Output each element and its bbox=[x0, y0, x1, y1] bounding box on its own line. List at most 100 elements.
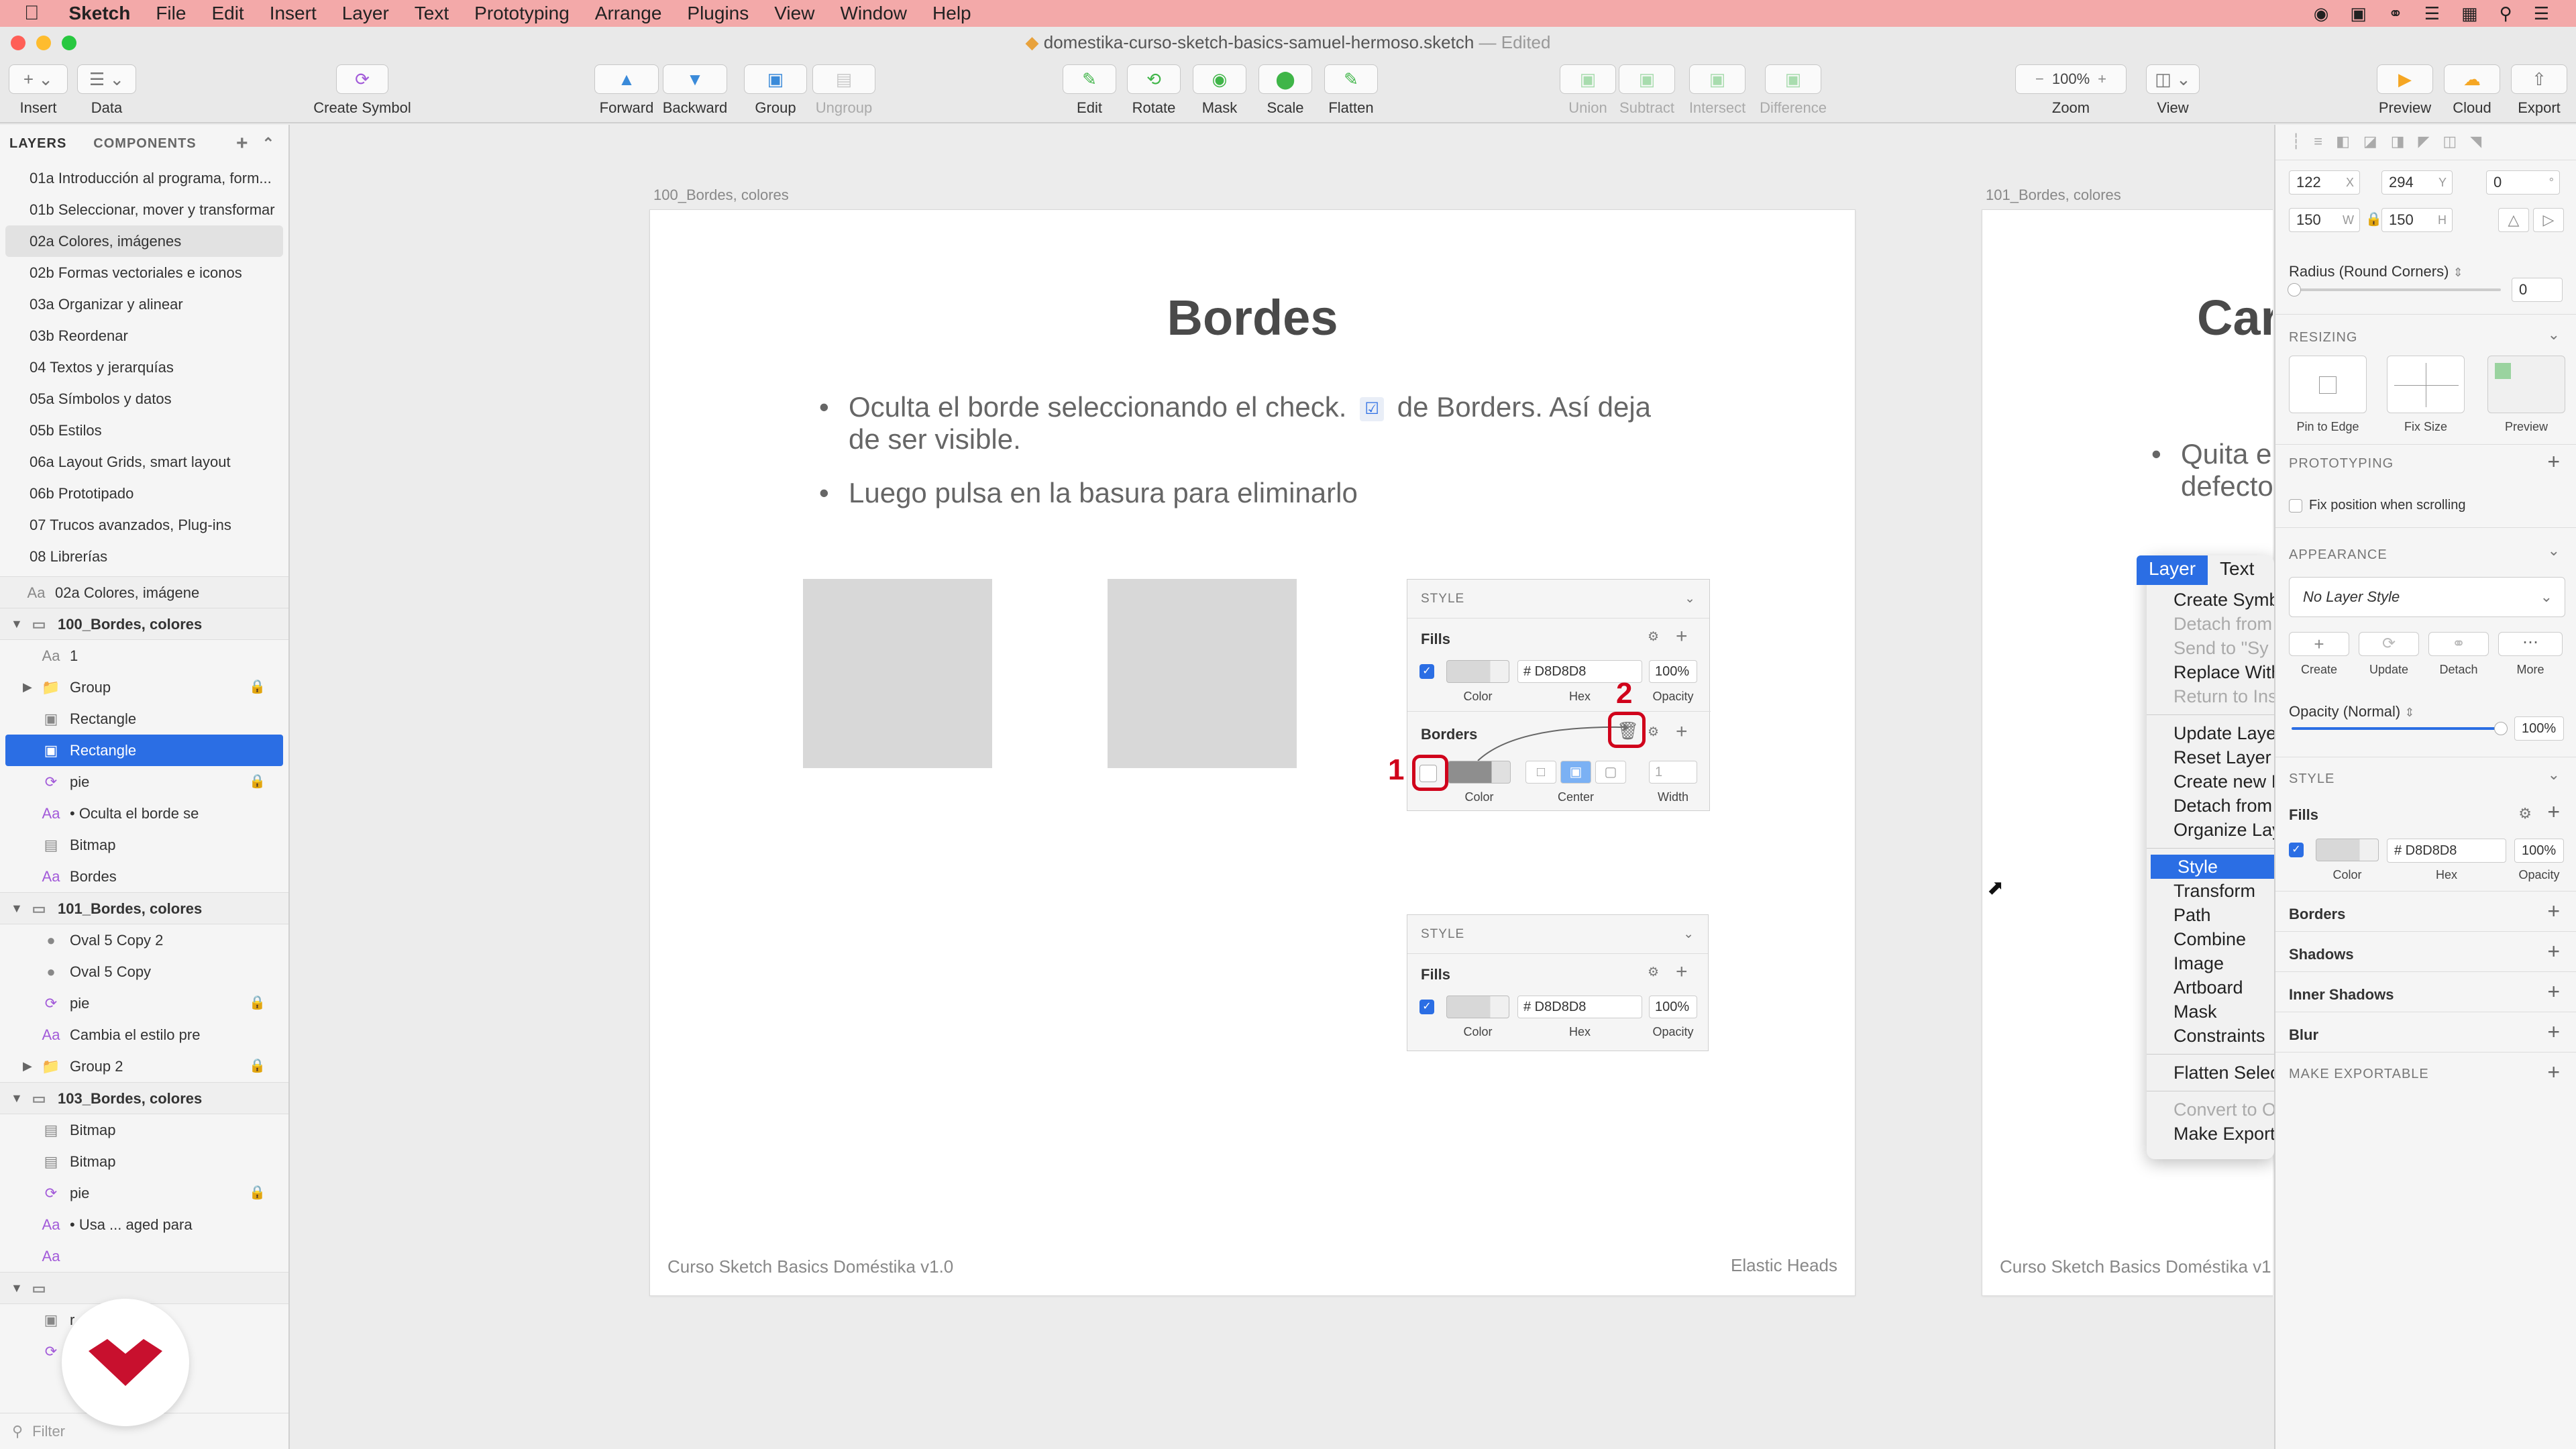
chevron-updown-icon[interactable]: ⇕ bbox=[2453, 266, 2463, 279]
page-item[interactable]: 05a Símbolos y datos bbox=[0, 383, 288, 415]
menu-view[interactable]: View bbox=[774, 3, 814, 24]
page-item[interactable]: 06b Prototipado bbox=[0, 478, 288, 509]
page-item[interactable]: 02b Formas vectoriales e iconos bbox=[0, 257, 288, 288]
menu-help[interactable]: Help bbox=[932, 3, 971, 24]
page-item[interactable]: 06a Layout Grids, smart layout bbox=[0, 446, 288, 478]
menu-edit[interactable]: Edit bbox=[211, 3, 244, 24]
radius-slider-knob[interactable] bbox=[2288, 283, 2301, 297]
preview-button[interactable]: ▶ Preview bbox=[2375, 64, 2435, 117]
height-field[interactable]: 150 H bbox=[2381, 208, 2453, 232]
lock-icon[interactable]: 🔒 bbox=[249, 766, 266, 798]
add-fill-icon[interactable]: + bbox=[2547, 800, 2560, 824]
collapse-pages-icon[interactable]: ⌃ bbox=[262, 135, 275, 152]
rotate-button[interactable]: ⟲ Rotate bbox=[1126, 64, 1182, 117]
page-item[interactable]: 01b Seleccionar, mover y transformar bbox=[0, 194, 288, 225]
layer-style-dropdown[interactable]: No Layer Style ⌄ bbox=[2289, 577, 2565, 617]
flip-vertical-icon[interactable]: ▷ bbox=[2533, 208, 2564, 232]
fill-color-swatch[interactable] bbox=[2316, 839, 2379, 861]
context-menu-item[interactable]: Constraints bbox=[2147, 1024, 2274, 1048]
layer-row[interactable]: ⟳ pie 🔒 bbox=[0, 1177, 288, 1209]
add-border-icon[interactable]: + bbox=[2547, 899, 2560, 924]
menu-arrange[interactable]: Arrange bbox=[595, 3, 662, 24]
artboard-label[interactable]: 100_Bordes, colores bbox=[653, 186, 789, 204]
align-top-icon[interactable]: ◤ bbox=[2418, 133, 2429, 150]
current-page-header[interactable]: Aa 02a Colores, imágene bbox=[0, 576, 288, 608]
zoom-control[interactable]: − 100% + Zoom bbox=[2014, 64, 2128, 117]
flip-horizontal-icon[interactable]: △ bbox=[2498, 208, 2529, 232]
tab-components[interactable]: COMPONENTS bbox=[93, 136, 196, 152]
layer-row[interactable]: Aa • Oculta el borde se bbox=[0, 798, 288, 829]
menu-insert[interactable]: Insert bbox=[270, 3, 317, 24]
update-style-button[interactable]: ⟳ bbox=[2359, 632, 2419, 656]
layer-row[interactable]: ● Oval 5 Copy bbox=[0, 956, 288, 987]
layer-row[interactable]: Aa Cambia el estilo pre bbox=[0, 1019, 288, 1051]
fill-hex-field[interactable]: # D8D8D8 bbox=[2387, 839, 2506, 863]
zoom-out-icon[interactable]: − bbox=[2035, 70, 2044, 88]
align-right-icon[interactable]: ◨ bbox=[2391, 133, 2405, 150]
artboard-layer[interactable]: ▼ ▭ 101_Bordes, colores bbox=[0, 892, 288, 924]
context-menu-item[interactable]: Flatten Selec bbox=[2147, 1061, 2274, 1085]
zoom-in-icon[interactable]: + bbox=[2098, 70, 2106, 88]
detach-style-button[interactable]: ⚭ bbox=[2428, 632, 2489, 656]
page-item[interactable]: 03a Organizar y alinear bbox=[0, 288, 288, 320]
artboard-bordes[interactable]: Bordes • Oculta el borde seleccionando e… bbox=[649, 209, 1856, 1296]
artboard-layer[interactable]: ▼ ▭ bbox=[0, 1272, 288, 1304]
layer-row[interactable]: Aa bbox=[0, 1240, 288, 1272]
layer-row[interactable]: ⟳ pie 🔒 bbox=[0, 766, 288, 798]
context-menu-item[interactable]: Update Laye bbox=[2147, 721, 2274, 745]
chevron-down-icon[interactable]: ⌄ bbox=[2548, 326, 2560, 343]
rectangle-shape[interactable] bbox=[803, 579, 992, 768]
record-icon[interactable]: ◉ bbox=[2314, 3, 2329, 24]
page-item[interactable]: 04 Textos y jerarquías bbox=[0, 352, 288, 383]
add-page-icon[interactable]: + bbox=[236, 132, 249, 155]
layer-row[interactable]: Aa 1 bbox=[0, 640, 288, 672]
calendar-icon[interactable]: ▦ bbox=[2461, 3, 2478, 24]
align-left-icon[interactable]: ◧ bbox=[2336, 133, 2350, 150]
opacity-field[interactable]: 100% bbox=[2514, 716, 2564, 741]
page-item[interactable]: 03b Reordenar bbox=[0, 320, 288, 352]
create-symbol-button[interactable]: ⟳ Create Symbol bbox=[313, 64, 412, 117]
mask-button[interactable]: ◉ Mask bbox=[1191, 64, 1248, 117]
add-blur-icon[interactable]: + bbox=[2547, 1020, 2560, 1044]
lock-proportions-icon[interactable]: 🔒 bbox=[2365, 211, 2382, 227]
disclosure-open-icon[interactable]: ▼ bbox=[11, 1083, 23, 1114]
align-center-icon[interactable]: ◪ bbox=[2363, 133, 2377, 150]
layer-row[interactable]: ▤ Bitmap bbox=[0, 1146, 288, 1177]
context-menu-item[interactable]: Combine bbox=[2147, 927, 2274, 951]
opacity-slider[interactable] bbox=[2292, 727, 2500, 730]
page-item[interactable]: 01a Introducción al programa, form... bbox=[0, 162, 288, 194]
layer-row[interactable]: ▤ Bitmap bbox=[0, 1114, 288, 1146]
rectangle-shape[interactable] bbox=[1108, 579, 1297, 768]
more-options-button[interactable]: ⋯ bbox=[2498, 632, 2563, 656]
page-item[interactable]: 05b Estilos bbox=[0, 415, 288, 446]
context-menu-item[interactable]: Create Symb bbox=[2147, 588, 2274, 612]
canvas[interactable]: 100_Bordes, colores 101_Bordes, colores … bbox=[291, 125, 2273, 1449]
layer-row[interactable]: ⟳ pie 🔒 bbox=[0, 987, 288, 1019]
y-field[interactable]: 294 Y bbox=[2381, 170, 2453, 195]
add-shadow-icon[interactable]: + bbox=[2547, 939, 2560, 964]
artboard-layer[interactable]: ▼ ▭ 103_Bordes, colores bbox=[0, 1082, 288, 1114]
fix-size-control[interactable] bbox=[2387, 356, 2465, 413]
union-button[interactable]: ▣ Union bbox=[1559, 64, 1617, 117]
menu-layer[interactable]: Layer bbox=[342, 3, 389, 24]
disclosure-open-icon[interactable]: ▼ bbox=[11, 1273, 23, 1304]
fix-position-checkbox[interactable] bbox=[2289, 499, 2302, 513]
menu-app-sketch[interactable]: Sketch bbox=[69, 3, 131, 24]
menu-plugins[interactable]: Plugins bbox=[687, 3, 749, 24]
distribute-horizontal-icon[interactable]: ┆ bbox=[2292, 133, 2300, 150]
backward-button[interactable]: ▼ Backward bbox=[661, 64, 729, 117]
disclosure-open-icon[interactable]: ▼ bbox=[11, 893, 23, 924]
apple-icon[interactable]:  bbox=[24, 2, 40, 25]
menu-tab-text[interactable]: Text bbox=[2208, 555, 2266, 585]
creative-cloud-icon[interactable]: ⚭ bbox=[2388, 3, 2403, 24]
menu-text[interactable]: Text bbox=[415, 3, 449, 24]
distribute-vertical-icon[interactable]: ≡ bbox=[2314, 133, 2322, 150]
group-button[interactable]: ▣ Group bbox=[743, 64, 808, 117]
add-prototyping-icon[interactable]: + bbox=[2547, 449, 2560, 474]
menu-file[interactable]: File bbox=[156, 3, 186, 24]
forward-button[interactable]: ▲ Forward bbox=[593, 64, 660, 117]
context-menu-item[interactable]: Create new I bbox=[2147, 769, 2274, 794]
page-item-selected[interactable]: 02a Colores, imágenes bbox=[5, 225, 283, 257]
page-item[interactable]: 07 Trucos avanzados, Plug-ins bbox=[0, 509, 288, 541]
fill-checkbox[interactable]: ✓ bbox=[2289, 843, 2304, 857]
